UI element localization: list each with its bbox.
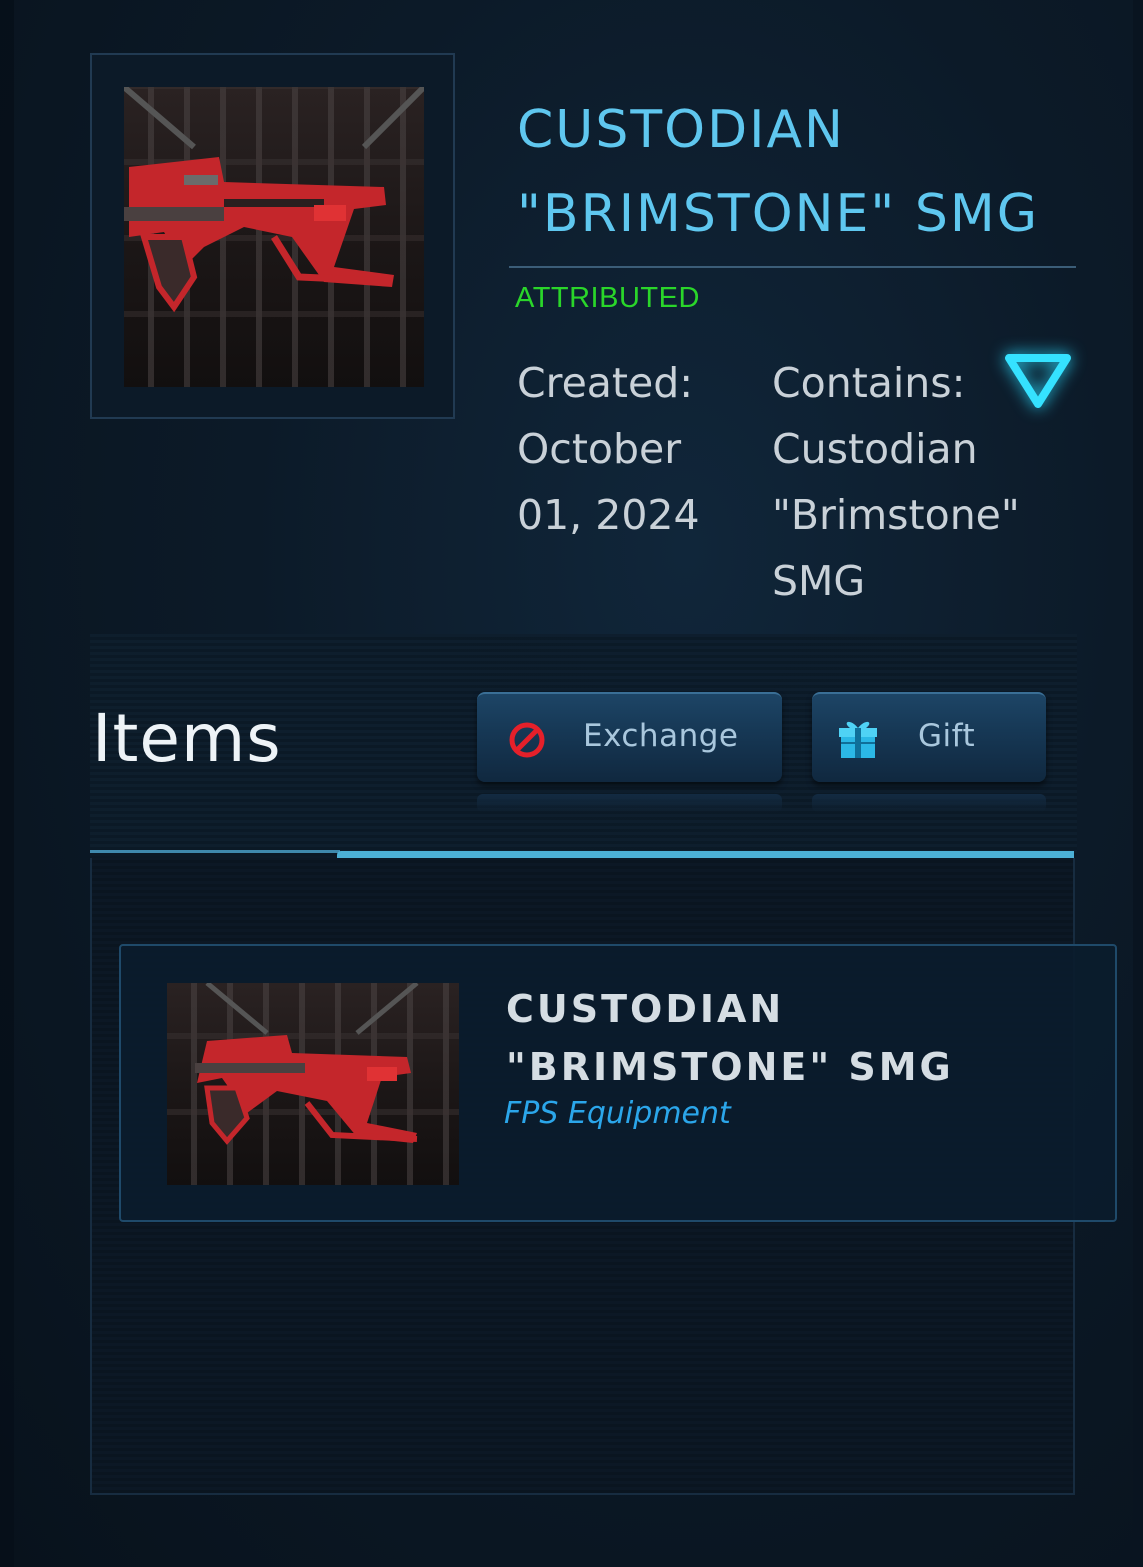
pledge-detail-page: CUSTODIAN "BRIMSTONE" SMG ATTRIBUTED Cre… — [0, 0, 1143, 1567]
pledge-title: CUSTODIAN "BRIMSTONE" SMG — [517, 100, 1039, 244]
item-title: CUSTODIAN "BRIMSTONE" SMG — [506, 987, 954, 1089]
tab-underline — [90, 850, 340, 853]
list-item[interactable]: CUSTODIAN "BRIMSTONE" SMG FPS Equipment — [119, 944, 1117, 1222]
triangle-down-icon — [1005, 354, 1071, 408]
no-entry-icon — [509, 722, 545, 758]
contains-value: Custodian "Brimstone" SMG — [772, 425, 1020, 605]
created-block: Created: October 01, 2024 — [517, 350, 757, 548]
created-value: October 01, 2024 — [517, 425, 700, 539]
expand-toggle-button[interactable] — [1003, 352, 1073, 412]
title-divider — [509, 266, 1076, 268]
exchange-button[interactable]: Exchange — [477, 692, 782, 812]
gift-button-label: Gift — [918, 718, 976, 754]
gift-button[interactable]: Gift — [812, 692, 1046, 812]
item-thumbnail-image — [167, 983, 459, 1185]
pledge-thumbnail-frame — [90, 53, 455, 419]
smg-thumbnail-image — [124, 87, 424, 387]
exchange-button-label: Exchange — [583, 718, 739, 754]
item-category: FPS Equipment — [504, 1096, 731, 1131]
status-badge: ATTRIBUTED — [515, 282, 700, 314]
items-heading: Items — [92, 700, 282, 777]
gift-icon — [839, 721, 877, 758]
created-label: Created: — [517, 359, 694, 407]
